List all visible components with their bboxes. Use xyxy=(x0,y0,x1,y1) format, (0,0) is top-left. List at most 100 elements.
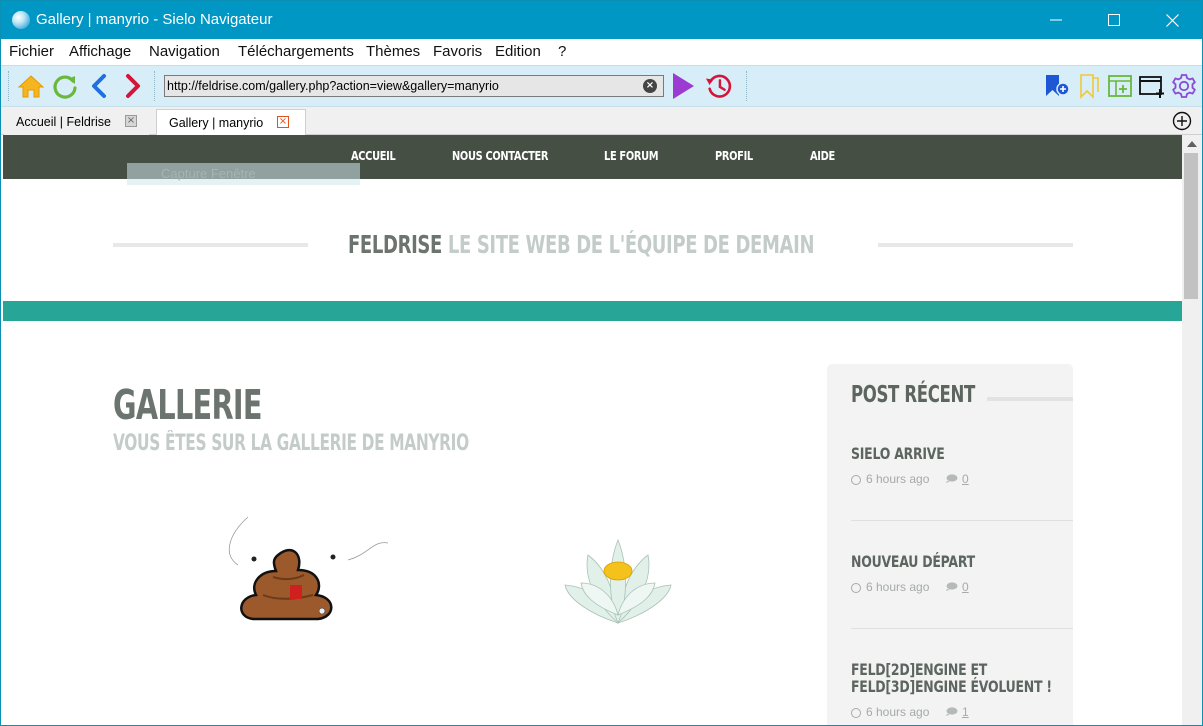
tab-accueil[interactable]: Accueil | Feldrise × xyxy=(4,109,149,135)
scroll-up-arrow-icon[interactable] xyxy=(1187,141,1197,147)
window-add-icon xyxy=(1139,76,1164,98)
clock-icon xyxy=(851,708,861,718)
menu-telechargements[interactable]: Téléchargements xyxy=(238,43,354,60)
post-time: 6 hours ago xyxy=(866,580,930,594)
comment-icon xyxy=(946,474,958,483)
new-window-button[interactable] xyxy=(1138,72,1166,100)
page-subtitle: VOUS ÊTES SUR LA GALLERIE DE MANYRIO xyxy=(113,431,469,456)
recent-post-item[interactable]: NOUVEAU DÉPART 6 hours ago 0 xyxy=(851,553,1073,596)
nav-aide[interactable]: AIDE xyxy=(810,149,835,163)
sidebar-title-divider xyxy=(987,397,1073,401)
history-button[interactable] xyxy=(705,72,733,100)
window-title: Gallery | manyrio - Sielo Navigateur xyxy=(36,11,273,28)
post-title[interactable]: FELD[3D]ENGINE ÉVOLUENT ! xyxy=(851,678,1052,695)
menu-fichier[interactable]: Fichier xyxy=(9,43,54,60)
post-comment-count[interactable]: 0 xyxy=(962,472,969,486)
menu-affichage[interactable]: Affichage xyxy=(69,43,131,60)
grid-add-icon xyxy=(1108,75,1132,97)
title-bar[interactable]: Gallery | manyrio - Sielo Navigateur xyxy=(1,1,1202,39)
close-button[interactable] xyxy=(1143,1,1201,39)
gallery-image-lotus[interactable] xyxy=(563,535,673,627)
post-divider xyxy=(851,628,1073,629)
capture-window-tooltip: Capture Fenêtre xyxy=(127,163,360,185)
menu-favoris[interactable]: Favoris xyxy=(433,43,482,60)
menu-help[interactable]: ? xyxy=(558,43,566,60)
recent-posts-sidebar: POST RÉCENT SIELO ARRIVE 6 hours ago 0 N… xyxy=(827,364,1073,725)
hero-divider xyxy=(878,243,1073,247)
bookmark-add-icon xyxy=(1046,75,1070,96)
maximize-icon xyxy=(1108,14,1120,26)
recent-post-item[interactable]: SIELO ARRIVE 6 hours ago 0 xyxy=(851,445,1073,488)
address-bar[interactable]: http://feldrise.com/gallery.php?action=v… xyxy=(164,75,664,97)
site-brand: FELDRISE xyxy=(348,230,442,259)
tab-bar: Accueil | Feldrise × Gallery | manyrio × xyxy=(1,107,1202,136)
post-meta: 6 hours ago 0 xyxy=(851,472,1073,488)
menu-bar: Fichier Affichage Navigation Téléchargem… xyxy=(1,39,1202,65)
tab-gallery[interactable]: Gallery | manyrio × xyxy=(156,109,306,136)
capture-window-label: Capture Fenêtre xyxy=(161,166,256,181)
clock-icon xyxy=(851,475,861,485)
recent-post-item[interactable]: FELD[2D]ENGINE ET FELD[3D]ENGINE ÉVOLUEN… xyxy=(851,661,1073,721)
gallery-image-poop[interactable] xyxy=(218,515,393,625)
maximize-button[interactable] xyxy=(1085,1,1143,39)
gear-icon xyxy=(1172,74,1196,98)
site-tagline: LE SITE WEB DE L'ÉQUIPE DE DEMAIN xyxy=(447,230,815,259)
url-text[interactable]: http://feldrise.com/gallery.php?action=v… xyxy=(167,79,499,93)
tab-label: Accueil | Feldrise xyxy=(16,115,111,129)
scrollbar-thumb[interactable] xyxy=(1184,153,1198,299)
new-tab-plus-icon[interactable] xyxy=(1172,111,1192,131)
menu-themes[interactable]: Thèmes xyxy=(366,43,420,60)
back-arrow-icon xyxy=(92,74,106,98)
comment-icon xyxy=(946,582,958,591)
home-icon xyxy=(18,75,44,98)
browser-window: Gallery | manyrio - Sielo Navigateur Fic… xyxy=(0,0,1203,726)
minimize-button[interactable] xyxy=(1027,1,1085,39)
minimize-icon xyxy=(1050,19,1062,21)
post-divider xyxy=(851,520,1073,521)
nav-profil[interactable]: PROFIL xyxy=(715,149,753,163)
new-tab-group-button[interactable] xyxy=(1106,72,1134,100)
navigation-toolbar: http://feldrise.com/gallery.php?action=v… xyxy=(1,65,1202,107)
post-meta: 6 hours ago 0 xyxy=(851,580,1073,596)
forward-button[interactable] xyxy=(119,72,147,100)
post-time: 6 hours ago xyxy=(866,705,930,719)
post-title[interactable]: NOUVEAU DÉPART xyxy=(851,553,1024,570)
reload-button[interactable] xyxy=(51,72,79,100)
menu-edition[interactable]: Edition xyxy=(495,43,541,60)
bookmarks-icon xyxy=(1080,74,1099,99)
site-hero-title: FELDRISE LE SITE WEB DE L'ÉQUIPE DE DEMA… xyxy=(348,230,815,259)
toolbar-grip[interactable] xyxy=(746,71,749,101)
clear-url-icon[interactable]: × xyxy=(643,79,657,93)
post-time: 6 hours ago xyxy=(866,472,930,486)
history-icon xyxy=(705,74,732,98)
add-bookmark-button[interactable] xyxy=(1043,72,1071,100)
forward-arrow-icon xyxy=(126,74,140,98)
post-meta: 6 hours ago 1 xyxy=(851,705,1073,721)
nav-le-forum[interactable]: LE FORUM xyxy=(604,149,659,163)
nav-accueil[interactable]: ACCUEIL xyxy=(351,149,396,163)
go-button[interactable] xyxy=(669,72,697,100)
home-button[interactable] xyxy=(17,72,45,100)
nav-nous-contacter[interactable]: NOUS CONTACTER xyxy=(452,149,548,163)
back-button[interactable] xyxy=(85,72,113,100)
post-comment-count[interactable]: 1 xyxy=(962,705,969,719)
tab-close-icon[interactable]: × xyxy=(277,116,289,128)
menu-navigation[interactable]: Navigation xyxy=(149,43,220,60)
hero-divider xyxy=(113,243,308,247)
toolbar-grip[interactable] xyxy=(8,71,11,101)
post-title[interactable]: FELD[2D]ENGINE ET xyxy=(851,661,1024,678)
close-icon xyxy=(1165,13,1179,27)
settings-button[interactable] xyxy=(1170,72,1198,100)
page-scrollbar[interactable] xyxy=(1182,135,1202,725)
go-play-icon xyxy=(673,73,694,99)
post-comment-count[interactable]: 0 xyxy=(962,580,969,594)
tab-close-icon[interactable]: × xyxy=(125,115,137,127)
toolbar-grip[interactable] xyxy=(154,71,157,101)
tab-label: Gallery | manyrio xyxy=(169,116,264,130)
post-title[interactable]: SIELO ARRIVE xyxy=(851,445,1024,462)
bookmarks-button[interactable] xyxy=(1075,72,1103,100)
page-title: GALLERIE xyxy=(113,381,262,429)
clock-icon xyxy=(851,583,861,593)
web-viewport: ACCUEIL NOUS CONTACTER LE FORUM PROFIL A… xyxy=(3,135,1182,725)
sielo-app-icon xyxy=(12,11,30,29)
